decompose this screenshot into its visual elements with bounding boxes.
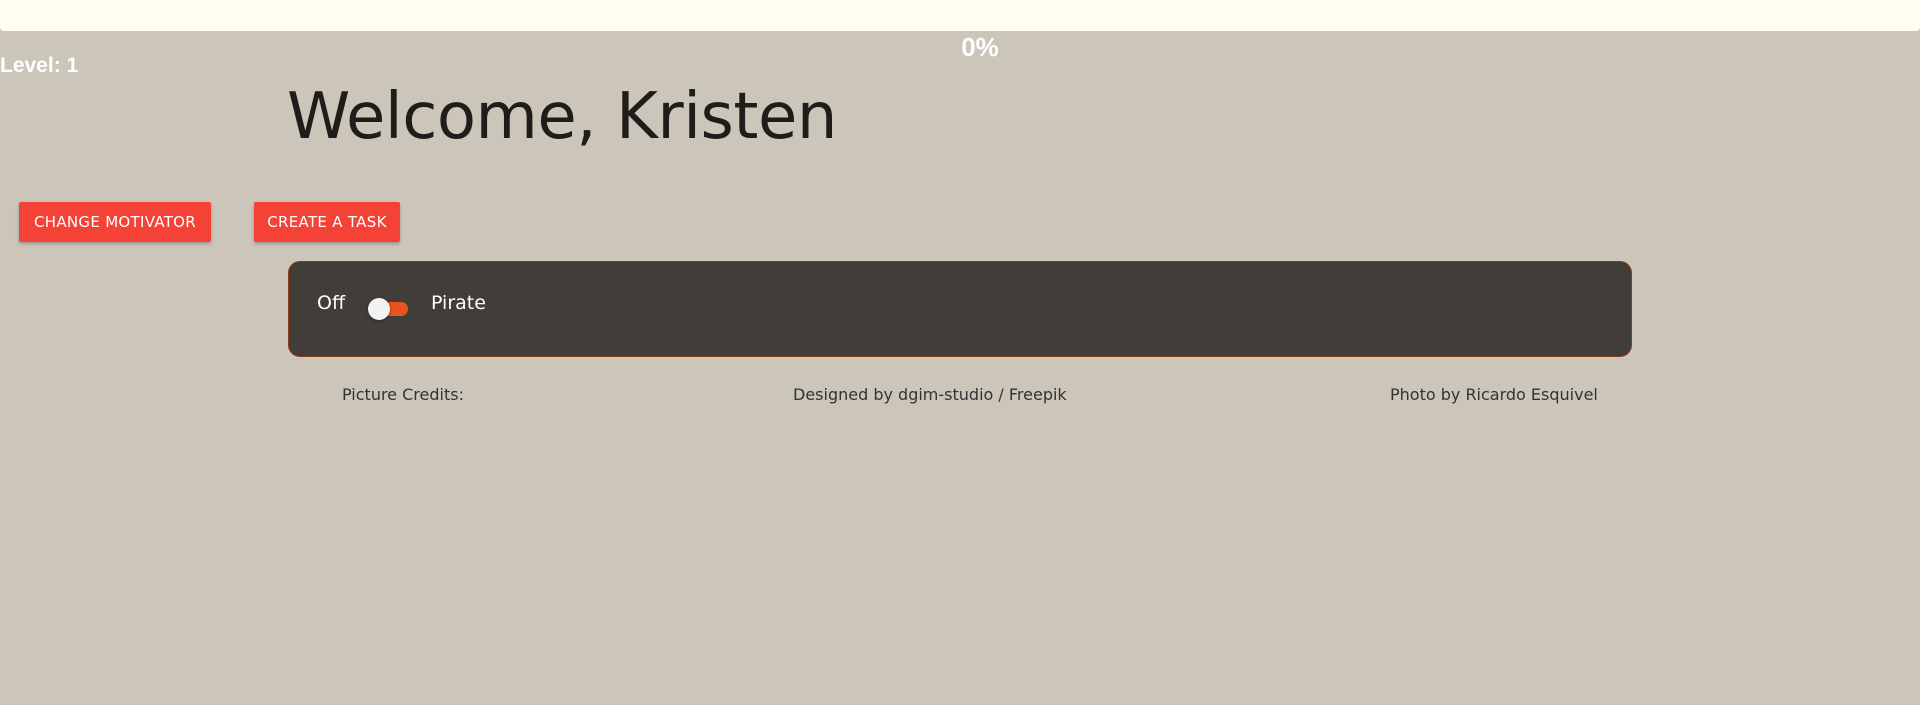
change-motivator-button[interactable]: CHANGE MOTIVATOR bbox=[19, 202, 211, 242]
progress-bar bbox=[0, 0, 1920, 31]
motivator-toggle[interactable] bbox=[368, 297, 408, 321]
picture-credits-label: Picture Credits: bbox=[342, 385, 464, 404]
toggle-off-label: Off bbox=[317, 292, 346, 314]
credit-designed-by: Designed by dgim-studio / Freepik bbox=[793, 385, 1067, 404]
progress-percent: 0% bbox=[961, 32, 999, 62]
create-task-button[interactable]: CREATE A TASK bbox=[254, 202, 400, 242]
level-indicator: Level: 1 bbox=[0, 54, 79, 77]
toggle-thumb[interactable] bbox=[368, 298, 390, 320]
page-title: Welcome, Kristen bbox=[287, 80, 837, 154]
motivator-panel: Off Pirate bbox=[288, 261, 1632, 357]
credit-photo-by: Photo by Ricardo Esquivel bbox=[1390, 385, 1598, 404]
toggle-on-label: Pirate bbox=[431, 292, 486, 314]
